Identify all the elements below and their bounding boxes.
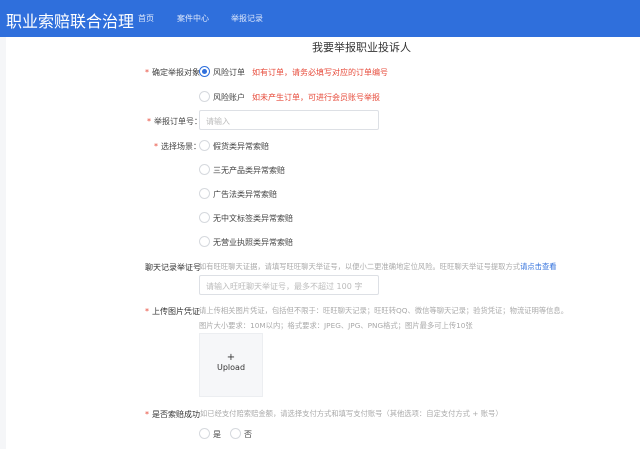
target-label: * 确定举报对象 xyxy=(145,68,200,77)
radio-yes[interactable] xyxy=(199,428,210,439)
nav-report-records[interactable]: 举报记录 xyxy=(231,13,263,24)
radio-no-label[interactable]: 否 xyxy=(244,429,252,440)
upload-label-text: Upload xyxy=(216,363,246,372)
scene-option-3[interactable]: 广告法类异常索赔 xyxy=(213,189,277,200)
scene-option-4[interactable]: 无中文标签类异常索赔 xyxy=(213,213,293,224)
scene-option-2[interactable]: 三无产品类异常索赔 xyxy=(213,165,285,176)
nav-home[interactable]: 首页 xyxy=(138,13,154,24)
chat-label: 聊天记录举证号 xyxy=(145,263,201,272)
scene-option-5[interactable]: 无营业执照类异常索赔 xyxy=(213,237,293,248)
scene-label: * 选择场景： xyxy=(154,142,201,151)
risk-order-hint: 如有订单，请务必填写对应的订单编号 xyxy=(252,68,388,77)
nav-case-center[interactable]: 案件中心 xyxy=(177,13,209,24)
upload-hint-2: 图片大小要求：10M以内；格式要求：JPEG、JPG、PNG格式；图片最多可上传… xyxy=(199,321,473,330)
radio-scene-5[interactable] xyxy=(199,236,210,247)
radio-scene-1[interactable] xyxy=(199,140,210,151)
radio-scene-3[interactable] xyxy=(199,188,210,199)
upload-hint-1: 请上传相关图片凭证，包括但不限于：旺旺聊天记录；旺旺转QQ、微信等聊天记录；验货… xyxy=(199,306,569,315)
view-link[interactable]: 请点击查看 xyxy=(520,262,556,271)
order-label: * 举报订单号： xyxy=(147,117,202,126)
plus-icon: + xyxy=(226,352,236,363)
upload-label: * 上传图片凭证 xyxy=(145,307,200,316)
radio-no[interactable] xyxy=(230,428,241,439)
radio-risk-account-label[interactable]: 风险账户 xyxy=(213,92,245,103)
chat-proof-input[interactable]: 请输入旺旺聊天举证号，最多不超过 100 字 xyxy=(199,275,379,295)
scene-option-1[interactable]: 假货类异常索赔 xyxy=(213,141,269,152)
radio-risk-order[interactable] xyxy=(199,66,210,77)
order-number-input[interactable]: 请输入 xyxy=(199,110,379,130)
chat-hint: 如有旺旺聊天证据，请填写旺旺聊天举证号，以便小二更准确地定位风险。旺旺聊天举证号… xyxy=(199,262,557,271)
risk-account-hint: 如未产生订单，可进行会员账号举报 xyxy=(252,93,380,102)
success-hint: 如已经支付赔索赔金额，请选择支付方式和填写支付账号（其他选项：自定支付方式 + … xyxy=(200,409,503,418)
app-logo[interactable]: 职业索赔联合治理 xyxy=(6,8,134,32)
radio-risk-order-label[interactable]: 风险订单 xyxy=(213,67,245,78)
radio-scene-4[interactable] xyxy=(199,212,210,223)
radio-scene-2[interactable] xyxy=(199,164,210,175)
radio-yes-label[interactable]: 是 xyxy=(213,429,221,440)
success-label: * 是否索赔成功 xyxy=(145,410,200,419)
radio-risk-account[interactable] xyxy=(199,91,210,102)
page-title: 我要举报职业投诉人 xyxy=(312,41,411,54)
top-navbar: 职业索赔联合治理 首页 案件中心 举报记录 xyxy=(0,0,640,37)
upload-button[interactable]: + Upload xyxy=(199,333,263,397)
